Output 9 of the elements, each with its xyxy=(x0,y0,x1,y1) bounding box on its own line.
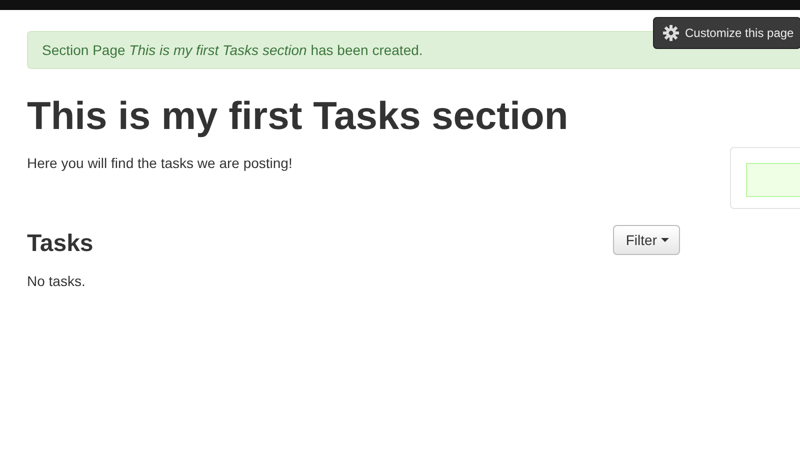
widget-placeholder xyxy=(746,163,800,197)
page-description: Here you will find the tasks we are posting! xyxy=(27,155,294,171)
tasks-heading: Tasks xyxy=(27,229,94,259)
page-title: This is my first Tasks section xyxy=(27,95,570,139)
filter-button[interactable]: Filter xyxy=(612,225,680,255)
customize-button[interactable]: Customize this page xyxy=(653,17,800,49)
gear-icon xyxy=(663,25,679,41)
caret-icon xyxy=(661,238,669,242)
empty-message: No tasks. xyxy=(27,273,86,289)
